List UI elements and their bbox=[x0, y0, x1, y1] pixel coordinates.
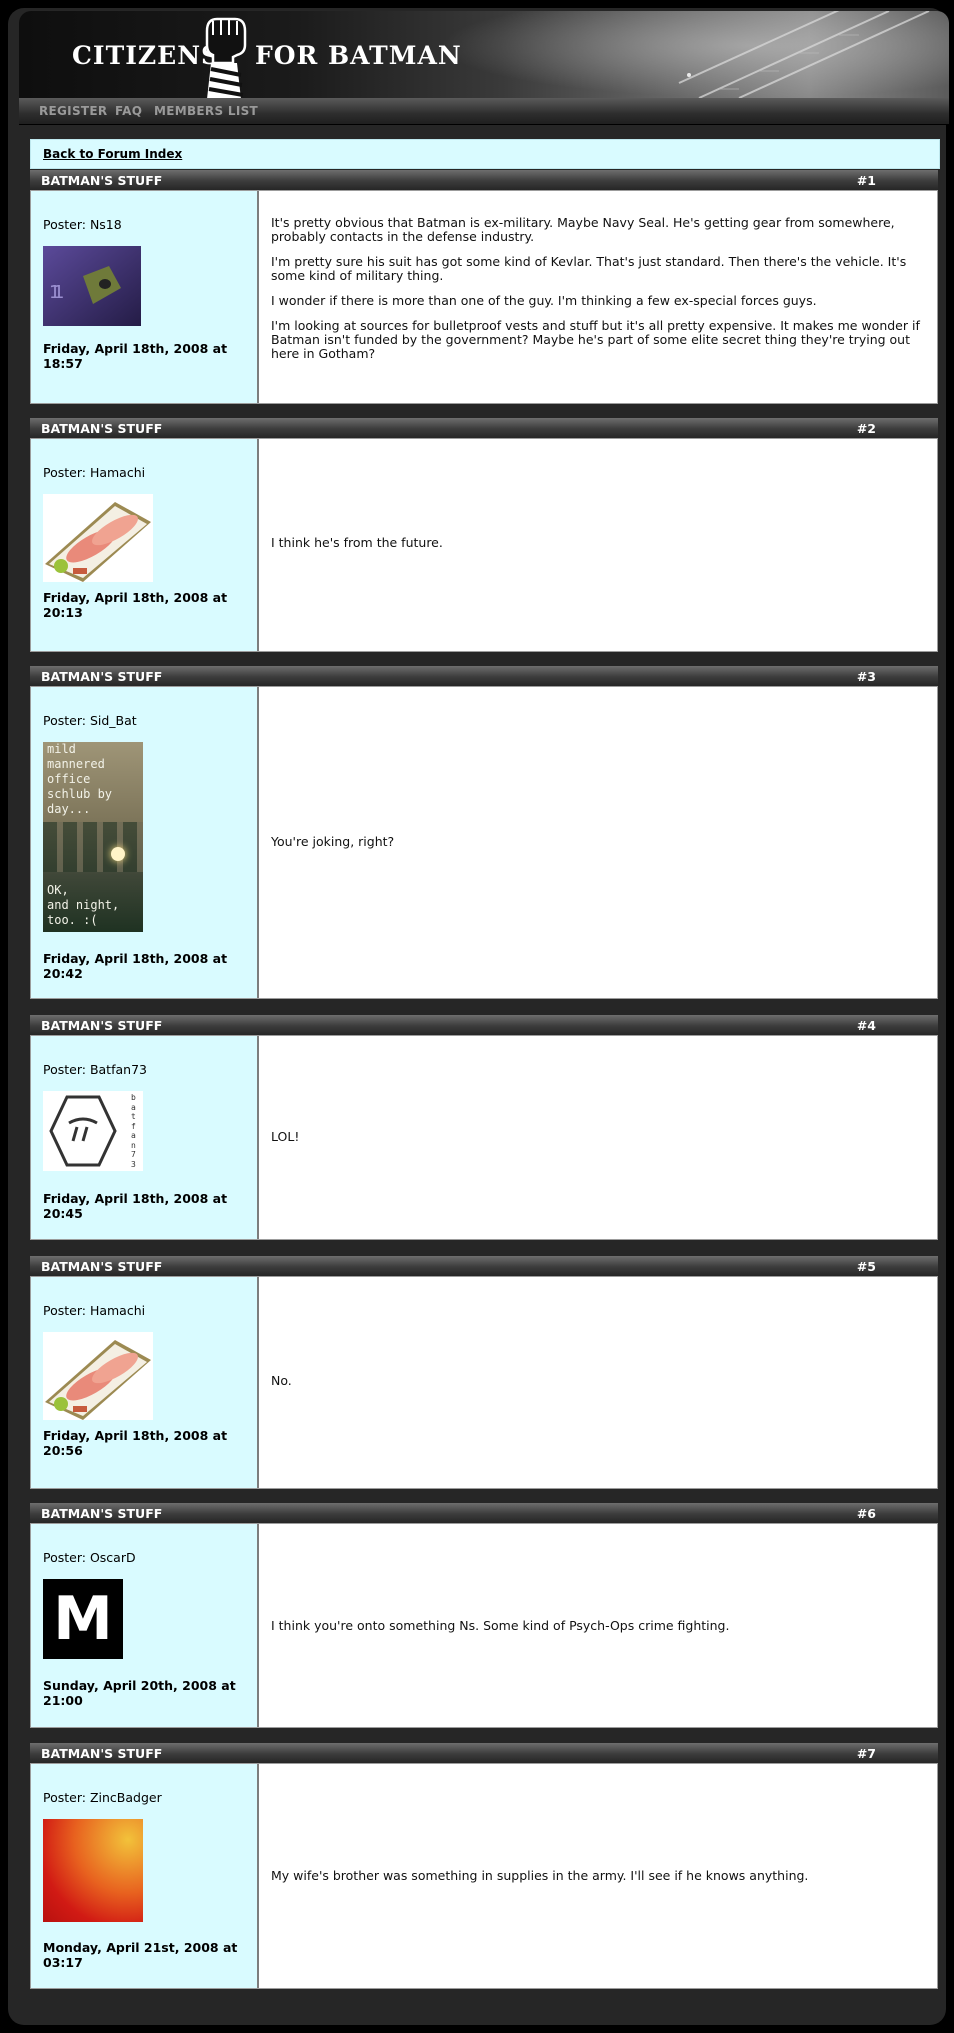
post-message: I think you're onto something Ns. Some k… bbox=[271, 1619, 925, 1644]
avatar[interactable] bbox=[43, 494, 153, 582]
post-thread-title: BATMAN'S STUFF bbox=[41, 421, 163, 436]
avatar-caption: OK, and night, too. :( bbox=[47, 883, 120, 927]
post-paragraph: I'm looking at sources for bulletproof v… bbox=[271, 318, 920, 361]
post-paragraph: LOL! bbox=[271, 1129, 300, 1144]
post-message: You're joking, right? bbox=[271, 835, 925, 860]
post-paragraph: It's pretty obvious that Batman is ex-mi… bbox=[271, 215, 895, 244]
site-banner: CITIZENS FOR BATMAN bbox=[19, 11, 949, 98]
forum-post: BATMAN'S STUFF #2 Poster: Hamachi Friday… bbox=[30, 418, 938, 652]
post-body: Poster: Ns18 1 1 Friday, April 18th, 200… bbox=[30, 190, 938, 404]
nav-register-link[interactable]: REGISTER bbox=[39, 104, 107, 118]
avatar[interactable] bbox=[43, 1332, 153, 1420]
nav-members-list-link[interactable]: MEMBERS LIST bbox=[154, 104, 258, 118]
forum-post: BATMAN'S STUFF #5 Poster: Hamachi Friday… bbox=[30, 1256, 938, 1489]
forum-post: BATMAN'S STUFF #7 Poster: ZincBadger Mon… bbox=[30, 1743, 938, 1989]
post-header: BATMAN'S STUFF #1 bbox=[30, 170, 938, 190]
post-thread-title: BATMAN'S STUFF bbox=[41, 173, 163, 188]
post-header: BATMAN'S STUFF #2 bbox=[30, 418, 938, 438]
poster-name: Poster: OscarD bbox=[43, 1550, 136, 1565]
post-body: Poster: ZincBadger Monday, April 21st, 2… bbox=[30, 1763, 938, 1989]
post-number-link[interactable]: #6 bbox=[857, 1506, 876, 1521]
post-header: BATMAN'S STUFF #6 bbox=[30, 1503, 938, 1523]
post-paragraph: I think he's from the future. bbox=[271, 535, 443, 550]
post-number-link[interactable]: #2 bbox=[857, 421, 876, 436]
post-body: Poster: Hamachi Friday, April 18th, 2008… bbox=[30, 438, 938, 652]
avatar[interactable]: 1 1 bbox=[43, 246, 141, 326]
avatar-caption: mild mannered office schlub by day... bbox=[47, 742, 113, 816]
avatar[interactable]: M bbox=[43, 1579, 123, 1659]
post-body: Poster: Sid_Bat mild mannered office sch… bbox=[30, 686, 938, 999]
post-number-link[interactable]: #4 bbox=[857, 1018, 876, 1033]
post-paragraph: I think you're onto something Ns. Some k… bbox=[271, 1618, 730, 1633]
poster-name: Poster: Batfan73 bbox=[43, 1062, 147, 1077]
post-date: Monday, April 21st, 2008 at 03:17 bbox=[43, 1940, 238, 1970]
poster-name: Poster: Ns18 bbox=[43, 217, 122, 232]
post-number-link[interactable]: #1 bbox=[857, 173, 876, 188]
post-thread-title: BATMAN'S STUFF bbox=[41, 669, 163, 684]
post-message: It's pretty obvious that Batman is ex-mi… bbox=[271, 216, 925, 372]
post-paragraph: My wife's brother was something in suppl… bbox=[271, 1868, 809, 1883]
post-body: Poster: Hamachi Friday, April 18th, 2008… bbox=[30, 1276, 938, 1489]
poster-name: Poster: Sid_Bat bbox=[43, 713, 137, 728]
post-header: BATMAN'S STUFF #4 bbox=[30, 1015, 938, 1035]
post-message: My wife's brother was something in suppl… bbox=[271, 1869, 925, 1894]
logo-text-right: FOR BATMAN bbox=[255, 41, 462, 70]
poster-name: Poster: ZincBadger bbox=[43, 1790, 162, 1805]
post-thread-title: BATMAN'S STUFF bbox=[41, 1506, 163, 1521]
forum-post: BATMAN'S STUFF #1 Poster: Ns18 1 1 Frida… bbox=[30, 170, 938, 404]
post-number-link[interactable]: #7 bbox=[857, 1746, 876, 1761]
post-paragraph: I'm pretty sure his suit has got some ki… bbox=[271, 254, 907, 283]
post-date: Friday, April 18th, 2008 at 20:13 bbox=[43, 590, 228, 620]
poster-name: Poster: Hamachi bbox=[43, 1303, 146, 1318]
post-paragraph: You're joking, right? bbox=[271, 834, 395, 849]
back-to-forum-index-link[interactable]: Back to Forum Index bbox=[43, 147, 182, 161]
avatar[interactable]: batfan73 bbox=[43, 1091, 143, 1171]
post-message: No. bbox=[271, 1374, 925, 1399]
post-author-panel: Poster: ZincBadger Monday, April 21st, 2… bbox=[31, 1764, 259, 1988]
post-body: Poster: OscarD M Sunday, April 20th, 200… bbox=[30, 1523, 938, 1728]
post-message: I think he's from the future. bbox=[271, 536, 925, 561]
forum-post: BATMAN'S STUFF #4 Poster: Batfan73 batfa… bbox=[30, 1015, 938, 1240]
railing-graphic bbox=[678, 11, 930, 98]
post-number-link[interactable]: #3 bbox=[857, 669, 876, 684]
post-paragraph: I wonder if there is more than one of th… bbox=[271, 293, 817, 308]
post-header: BATMAN'S STUFF #5 bbox=[30, 1256, 938, 1276]
post-thread-title: BATMAN'S STUFF bbox=[41, 1018, 163, 1033]
post-date: Sunday, April 20th, 2008 at 21:00 bbox=[43, 1678, 236, 1708]
avatar[interactable] bbox=[43, 1819, 143, 1922]
back-to-index-bar: Back to Forum Index bbox=[30, 139, 940, 169]
post-thread-title: BATMAN'S STUFF bbox=[41, 1746, 163, 1761]
avatar-caption: batfan73 bbox=[131, 1093, 136, 1169]
nav-faq-link[interactable]: FAQ bbox=[115, 104, 142, 118]
poster-name: Poster: Hamachi bbox=[43, 465, 146, 480]
post-date: Friday, April 18th, 2008 at 20:45 bbox=[43, 1191, 228, 1221]
forum-post: BATMAN'S STUFF #6 Poster: OscarD M Sunda… bbox=[30, 1503, 938, 1728]
post-body: Poster: Batfan73 batfan73 Friday, April … bbox=[30, 1035, 938, 1240]
post-author-panel: Poster: Ns18 1 1 Friday, April 18th, 200… bbox=[31, 191, 259, 403]
post-author-panel: Poster: Hamachi Friday, April 18th, 2008… bbox=[31, 439, 259, 651]
forum-post: BATMAN'S STUFF #3 Poster: Sid_Bat mild m… bbox=[30, 666, 938, 1001]
post-paragraph: No. bbox=[271, 1373, 292, 1388]
post-author-panel: Poster: Batfan73 batfan73 Friday, April … bbox=[31, 1036, 259, 1239]
post-date: Friday, April 18th, 2008 at 20:56 bbox=[43, 1428, 228, 1458]
fist-logo-icon bbox=[205, 17, 247, 98]
post-message: LOL! bbox=[271, 1130, 925, 1155]
post-author-panel: Poster: Hamachi Friday, April 18th, 2008… bbox=[31, 1277, 259, 1488]
avatar[interactable]: mild mannered office schlub by day... OK… bbox=[43, 742, 143, 932]
post-author-panel: Poster: OscarD M Sunday, April 20th, 200… bbox=[31, 1524, 259, 1727]
post-number-link[interactable]: #5 bbox=[857, 1259, 876, 1274]
post-header: BATMAN'S STUFF #3 bbox=[30, 666, 938, 686]
svg-text:1: 1 bbox=[53, 282, 64, 303]
post-date: Friday, April 18th, 2008 at 18:57 bbox=[43, 341, 228, 371]
top-nav: REGISTER FAQ MEMBERS LIST bbox=[19, 98, 949, 125]
hexagon-logo-icon bbox=[49, 1095, 117, 1167]
post-thread-title: BATMAN'S STUFF bbox=[41, 1259, 163, 1274]
post-header: BATMAN'S STUFF #7 bbox=[30, 1743, 938, 1763]
post-date: Friday, April 18th, 2008 at 20:42 bbox=[43, 951, 228, 981]
post-author-panel: Poster: Sid_Bat mild mannered office sch… bbox=[31, 687, 259, 998]
